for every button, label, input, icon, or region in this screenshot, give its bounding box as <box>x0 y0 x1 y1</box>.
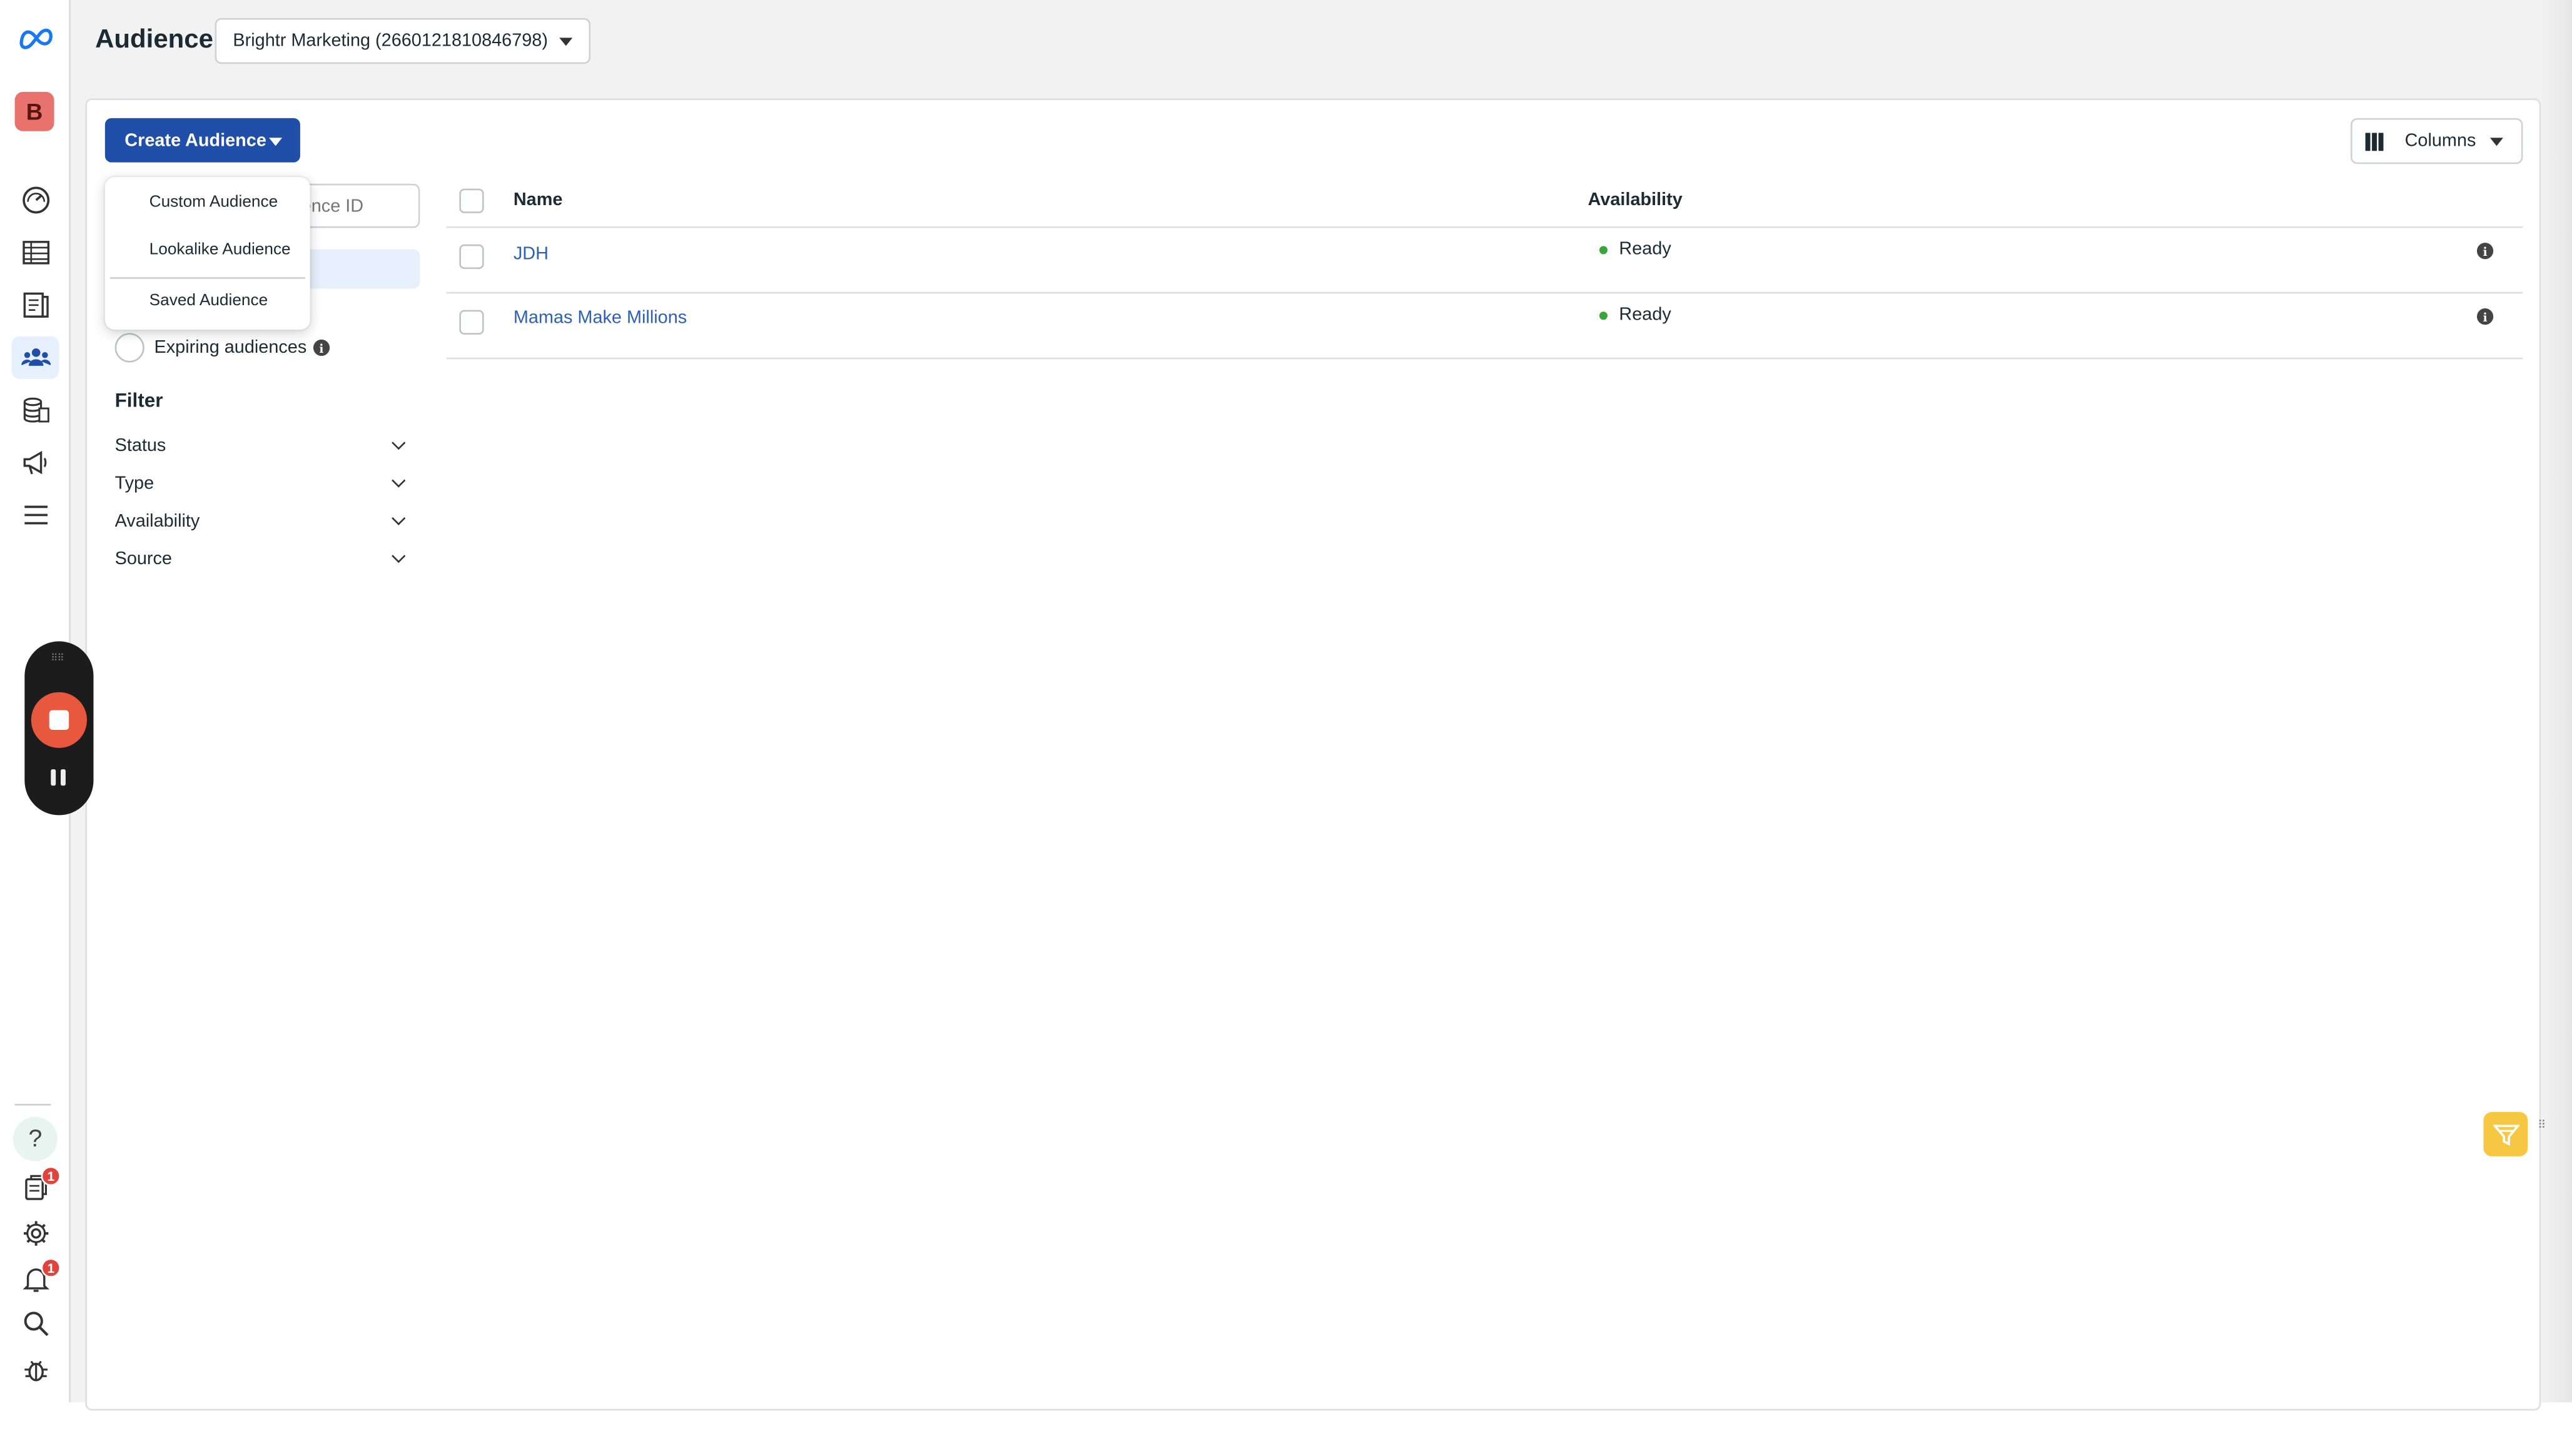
filter-source-label: Source <box>114 549 172 570</box>
page-title: Audience <box>95 26 213 54</box>
columns-label: Columns <box>2404 131 2476 151</box>
availability-text: Ready <box>1619 239 1671 260</box>
info-icon[interactable]: i <box>2476 308 2494 325</box>
ad-account-selector-label: Brightr Marketing (2660121810846798) <box>233 31 548 51</box>
column-header-availability[interactable]: Availability <box>1588 190 1683 210</box>
create-audience-menu: Custom Audience Lookalike Audience Saved… <box>104 177 310 330</box>
audience-name-link[interactable]: Mamas Make Millions <box>514 308 687 328</box>
notification-badge: 1 <box>41 1166 61 1186</box>
account-avatar[interactable]: B <box>14 91 54 131</box>
ready-status-dot <box>1599 310 1608 320</box>
chevron-down-icon <box>392 511 406 525</box>
info-icon[interactable]: i <box>2476 243 2494 260</box>
filter-type[interactable]: Type <box>115 467 410 500</box>
expiring-audiences-toggle[interactable]: Expiring audiences i <box>114 333 330 363</box>
search-icon[interactable] <box>11 1302 59 1345</box>
menu-item-lookalike-audience[interactable]: Lookalike Audience <box>149 241 291 260</box>
table-row <box>446 293 2523 360</box>
chevron-down-icon <box>559 38 573 46</box>
stop-recording-button[interactable] <box>31 692 87 748</box>
filter-type-label: Type <box>114 473 154 494</box>
menu-hamburger-icon[interactable] <box>11 493 59 536</box>
filter-status[interactable]: Status <box>115 430 410 462</box>
column-header-name[interactable]: Name <box>514 190 563 210</box>
caret-down-icon <box>269 138 283 146</box>
select-all-checkbox[interactable] <box>459 188 484 213</box>
stop-icon <box>49 710 69 731</box>
megaphone-icon[interactable] <box>11 441 59 483</box>
filter-heading: Filter <box>114 388 163 412</box>
filter-availability[interactable]: Availability <box>115 505 410 538</box>
table-row <box>446 228 2523 294</box>
audience-name-link[interactable]: JDH <box>514 245 549 264</box>
availability-status: Ready <box>1599 240 1671 259</box>
caret-down-icon <box>2489 138 2503 146</box>
menu-item-saved-audience[interactable]: Saved Audience <box>149 292 268 310</box>
row-checkbox[interactable] <box>459 310 484 335</box>
feedback-button[interactable] <box>2483 1112 2528 1156</box>
row-checkbox[interactable] <box>459 244 484 270</box>
meta-logo-icon[interactable] <box>16 24 56 51</box>
ready-status-dot <box>1599 245 1608 254</box>
table-grid-icon[interactable] <box>11 231 59 274</box>
menu-divider <box>109 277 305 279</box>
chevron-down-icon <box>392 549 406 564</box>
pages-icon[interactable] <box>11 284 59 326</box>
availability-status: Ready <box>1599 305 1671 325</box>
settings-gear-icon[interactable] <box>11 1212 59 1255</box>
ad-account-selector[interactable]: Brightr Marketing (2660121810846798) <box>215 18 591 64</box>
chevron-down-icon <box>392 435 406 450</box>
bug-report-icon[interactable] <box>11 1348 59 1391</box>
rail-divider <box>14 1103 51 1106</box>
create-audience-label: Create Audience <box>124 130 266 150</box>
menu-item-custom-audience[interactable]: Custom Audience <box>149 193 278 211</box>
filter-status-label: Status <box>114 436 166 457</box>
create-audience-button[interactable]: Create Audience <box>104 118 300 163</box>
chevron-down-icon <box>392 473 406 488</box>
screen-recorder-widget: ⠿⠿ <box>24 641 94 816</box>
drag-handle-icon[interactable]: ⠿⠿ <box>51 654 67 668</box>
drag-handle-icon[interactable]: ⠿ <box>2538 1120 2549 1146</box>
expiring-radio[interactable] <box>114 333 144 363</box>
audience-people-icon[interactable] <box>11 336 59 379</box>
availability-text: Ready <box>1619 305 1671 325</box>
pause-icon[interactable] <box>51 769 67 786</box>
filter-funnel-icon <box>2492 1124 2519 1145</box>
table-header <box>446 177 2523 228</box>
filter-source[interactable]: Source <box>115 543 410 575</box>
columns-icon <box>2365 133 2385 151</box>
expiring-label: Expiring audiences <box>154 338 307 358</box>
columns-button[interactable]: Columns <box>2351 118 2523 164</box>
info-icon[interactable]: i <box>313 339 330 356</box>
help-icon[interactable]: ? <box>13 1116 58 1161</box>
filter-availability-label: Availability <box>114 512 200 532</box>
alert-badge: 1 <box>41 1258 61 1278</box>
database-icon[interactable] <box>11 389 59 432</box>
right-edge-shade <box>2541 0 2572 1403</box>
dashboard-gauge-icon[interactable] <box>11 179 59 221</box>
